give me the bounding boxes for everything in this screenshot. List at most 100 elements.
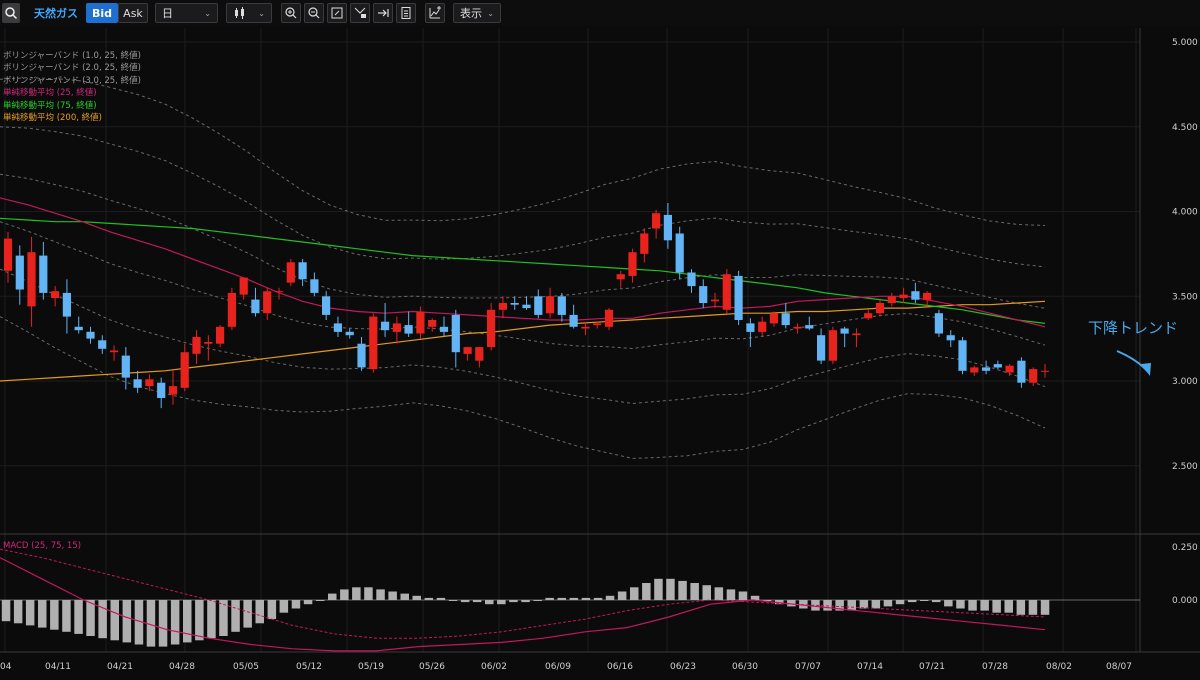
chart-area[interactable]: 5.000 4.500 4.000 3.500 3.000 2.500 0.250 0.000… [0, 0, 1200, 676]
candle-body[interactable] [345, 331, 354, 336]
candle-body[interactable] [545, 296, 555, 314]
candle-body[interactable] [322, 296, 331, 315]
candle-body[interactable] [899, 294, 908, 298]
candle-body[interactable] [3, 238, 13, 271]
candle-body[interactable] [451, 314, 460, 353]
candle-body[interactable] [1029, 369, 1038, 383]
chart-svg[interactable]: 5.000 4.500 4.000 3.500 3.000 2.500 0.250 0.000… [0, 0, 1200, 676]
candle-body[interactable] [557, 296, 566, 315]
candle-body[interactable] [734, 275, 743, 320]
candle-body[interactable] [946, 335, 955, 341]
chart-type-select[interactable]: ⌄ [226, 3, 272, 23]
candle-body[interactable] [911, 291, 920, 300]
candle-body[interactable] [121, 355, 130, 378]
candle-body[interactable] [993, 364, 1002, 368]
candle-body[interactable] [298, 262, 307, 280]
candle-body[interactable] [416, 311, 425, 334]
candle-body[interactable] [887, 296, 896, 304]
candle-body[interactable] [982, 367, 991, 371]
candle-body[interactable] [628, 252, 637, 276]
candle-body[interactable] [534, 296, 543, 315]
candle-body[interactable] [74, 326, 83, 331]
candle-body[interactable] [934, 313, 943, 334]
candle-body[interactable] [216, 326, 225, 344]
candle-body[interactable] [970, 367, 979, 373]
candle-body[interactable] [204, 342, 213, 344]
candle-body[interactable] [923, 292, 932, 300]
candle-body[interactable] [852, 333, 861, 336]
candle-body[interactable] [439, 326, 449, 332]
candle-body[interactable] [522, 304, 531, 309]
crosshair-lock-button[interactable] [350, 3, 370, 23]
candle-body[interactable] [640, 233, 649, 254]
macd-legend[interactable]: MACD (25, 75, 15) [3, 541, 81, 551]
candle-body[interactable] [675, 233, 684, 273]
candle-body[interactable] [510, 303, 519, 305]
candle-body[interactable] [86, 331, 95, 339]
candle-body[interactable] [192, 336, 201, 354]
timeframe-select[interactable]: 日 ⌄ [155, 3, 218, 23]
candle-body[interactable] [463, 347, 472, 354]
ask-tab[interactable]: Ask [118, 3, 148, 23]
candle-body[interactable] [109, 350, 119, 353]
candle-body[interactable] [1005, 365, 1014, 373]
legend-sma25[interactable]: 単純移動平均 (25, 終値) [3, 87, 141, 99]
candle-body[interactable] [157, 382, 166, 398]
candle-body[interactable] [145, 379, 154, 387]
candle-body[interactable] [428, 320, 437, 327]
zoom-out-button[interactable] [304, 3, 324, 23]
document-button[interactable] [396, 3, 416, 23]
candle-body[interactable] [27, 252, 36, 307]
candle-body[interactable] [381, 321, 390, 331]
fit-screen-button[interactable] [327, 3, 347, 23]
candle-body[interactable] [569, 314, 578, 327]
candle-body[interactable] [699, 286, 708, 303]
bid-tab[interactable]: Bid [86, 3, 118, 23]
candle-body[interactable] [98, 340, 107, 349]
candle-body[interactable] [581, 326, 590, 329]
candle-body[interactable] [357, 343, 366, 368]
candle-body[interactable] [652, 213, 661, 229]
candle-body[interactable] [805, 325, 814, 329]
candle-body[interactable] [15, 255, 24, 290]
jump-to-latest-button[interactable] [373, 3, 393, 23]
candle-body[interactable] [840, 328, 849, 334]
add-indicator-button[interactable] [425, 3, 445, 23]
candle-body[interactable] [333, 323, 342, 332]
candle-body[interactable] [875, 303, 885, 314]
legend-sma75[interactable]: 単純移動平均 (75, 終値) [3, 100, 141, 112]
candle-body[interactable] [475, 347, 484, 361]
candle-body[interactable] [793, 326, 802, 329]
candle-body[interactable] [251, 299, 260, 314]
candle-body[interactable] [817, 335, 826, 361]
zoom-in-button[interactable] [281, 3, 301, 23]
candle-body[interactable] [239, 277, 248, 295]
candle-body[interactable] [168, 386, 178, 395]
symbol-name[interactable]: 天然ガス [34, 5, 78, 21]
candle-body[interactable] [746, 323, 755, 332]
candle-body[interactable] [1017, 360, 1026, 383]
legend-bb1[interactable]: ボリンジャーバンド (1.0, 25, 終値) [3, 50, 141, 62]
candle-body[interactable] [404, 325, 413, 334]
candle-body[interactable] [958, 340, 967, 371]
candle-body[interactable] [39, 255, 48, 293]
candle-body[interactable] [487, 309, 496, 348]
candle-body[interactable] [828, 330, 837, 361]
candle-body[interactable] [758, 321, 767, 332]
candle-body[interactable] [781, 313, 790, 326]
candle-body[interactable] [180, 352, 189, 388]
candle-body[interactable] [593, 323, 602, 326]
candle-body[interactable] [687, 272, 696, 287]
candle-body[interactable] [1040, 370, 1050, 372]
candle-body[interactable] [604, 309, 614, 327]
candle-body[interactable] [663, 214, 672, 241]
candle-body[interactable] [227, 292, 236, 327]
candle-body[interactable] [263, 291, 272, 314]
candle-body[interactable] [133, 379, 142, 388]
legend-bb2[interactable]: ボリンジャーバンド (2.0, 25, 終値) [3, 62, 141, 74]
candle-body[interactable] [710, 299, 720, 302]
candle-body[interactable] [274, 291, 284, 293]
candle-body[interactable] [62, 292, 71, 317]
candle-body[interactable] [722, 274, 731, 310]
display-menu-button[interactable]: 表示 ⌄ [453, 3, 501, 23]
